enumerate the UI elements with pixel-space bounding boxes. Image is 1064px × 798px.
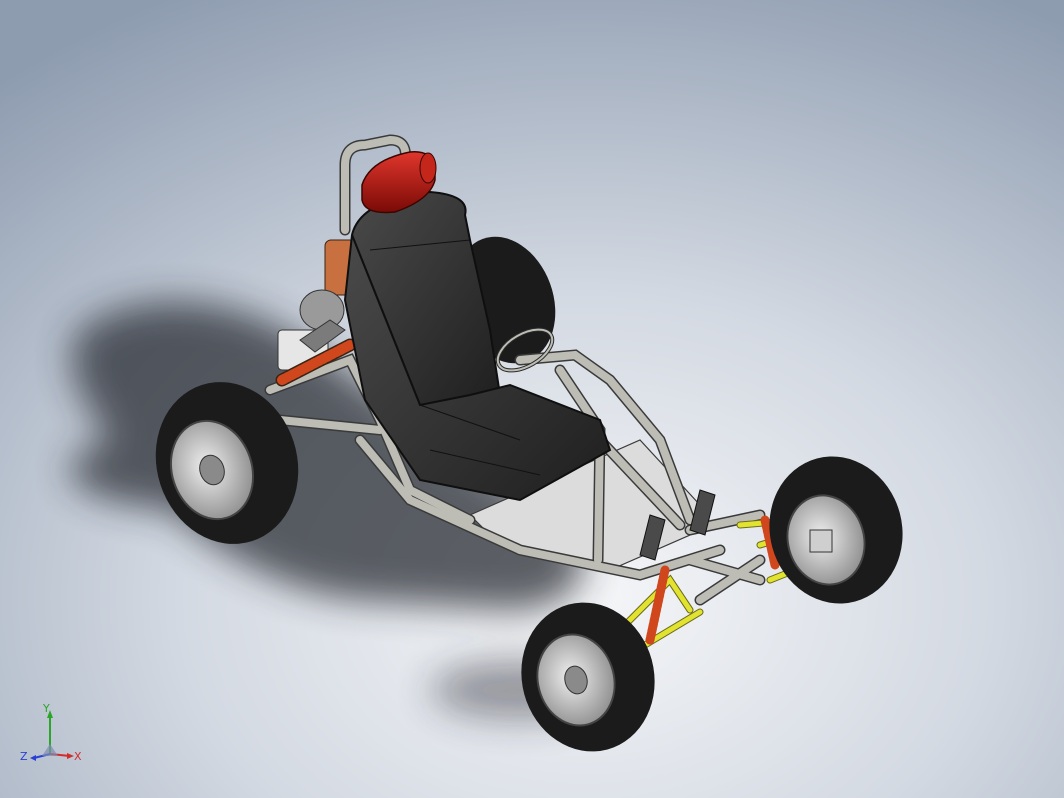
x-axis-label: X <box>74 750 82 763</box>
axis-triad: Y X Z <box>20 702 82 763</box>
cad-3d-viewport[interactable] <box>0 0 1064 798</box>
y-axis-label: Y <box>42 702 50 715</box>
z-axis-label: Z <box>20 750 28 763</box>
